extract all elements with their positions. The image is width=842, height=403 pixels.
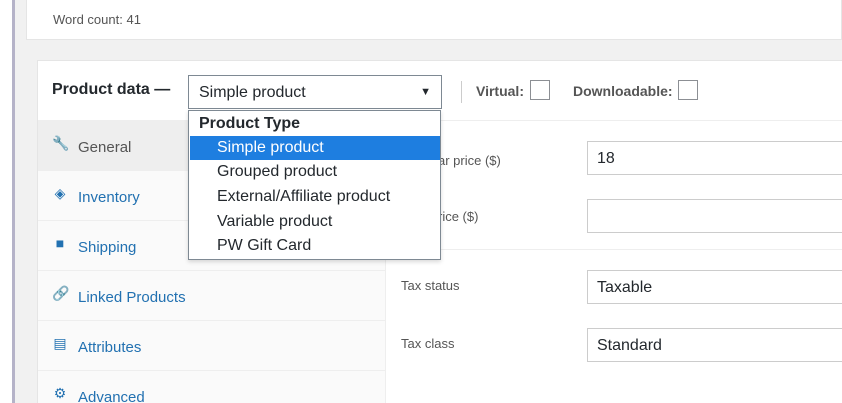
tax-class-value: Standard [597, 337, 662, 354]
option-variable-product[interactable]: Variable product [190, 210, 440, 234]
downloadable-label: Downloadable: [573, 83, 673, 99]
tab-label: Inventory [78, 189, 140, 206]
truck-icon: ■ [55, 235, 65, 251]
option-label: External/Affiliate product [217, 188, 391, 205]
tax-status-label: Tax status [401, 278, 460, 293]
word-count: Word count: 41 [53, 12, 141, 27]
regular-price-label: ar price ($) [438, 153, 501, 168]
option-external-affiliate-product[interactable]: External/Affiliate product [190, 185, 440, 209]
product-data-label: Product data — [52, 81, 171, 98]
tab-advanced[interactable]: ⚙ Advanced [38, 371, 386, 403]
tax-class-select[interactable]: Standard [587, 328, 842, 362]
gear-icon: ⚙ [53, 385, 67, 401]
option-simple-product[interactable]: Simple product [190, 136, 440, 160]
option-label: PW Gift Card [217, 237, 312, 254]
option-label: Grouped product [217, 163, 338, 180]
regular-price-value: 18 [597, 150, 615, 167]
regular-price-input[interactable]: 18 [587, 141, 842, 175]
tab-label: General [78, 139, 132, 156]
sale-price-input[interactable] [587, 199, 842, 233]
tax-status-select[interactable]: Taxable [587, 270, 842, 304]
editor-footer: Word count: 41 [26, 0, 842, 40]
virtual-checkbox[interactable] [530, 80, 550, 100]
product-type-select[interactable]: Simple product ▼ [188, 75, 442, 109]
sale-price-label: rice ($) [438, 209, 479, 224]
product-type-value: Simple product [199, 84, 306, 101]
tag-icon: ◈ [54, 185, 66, 201]
option-label: Variable product [217, 213, 333, 230]
option-label: Simple product [217, 139, 324, 156]
downloadable-checkbox[interactable] [678, 80, 698, 100]
header-separator [461, 81, 462, 103]
wrench-icon: 🔧 [52, 135, 70, 151]
tab-label: Shipping [78, 239, 137, 256]
product-type-dropdown: Product Type Simple product Grouped prod… [188, 110, 441, 260]
list-icon: ▤ [53, 335, 67, 351]
tab-label: Linked Products [78, 289, 186, 306]
tab-label: Advanced [78, 389, 145, 403]
tab-attributes[interactable]: ▤ Attributes [38, 321, 386, 371]
tab-label: Attributes [78, 339, 142, 356]
section-divider [386, 249, 842, 250]
virtual-label: Virtual: [476, 83, 524, 99]
option-grouped-product[interactable]: Grouped product [190, 160, 440, 184]
tax-class-label: Tax class [401, 336, 455, 351]
tax-status-value: Taxable [597, 279, 653, 296]
link-icon: 🔗 [52, 285, 70, 301]
dropdown-group-label: Product Type [199, 115, 301, 132]
option-pw-gift-card[interactable]: PW Gift Card [190, 234, 440, 258]
tab-linked-products[interactable]: 🔗 Linked Products [38, 271, 386, 321]
chevron-down-icon: ▼ [420, 86, 431, 98]
